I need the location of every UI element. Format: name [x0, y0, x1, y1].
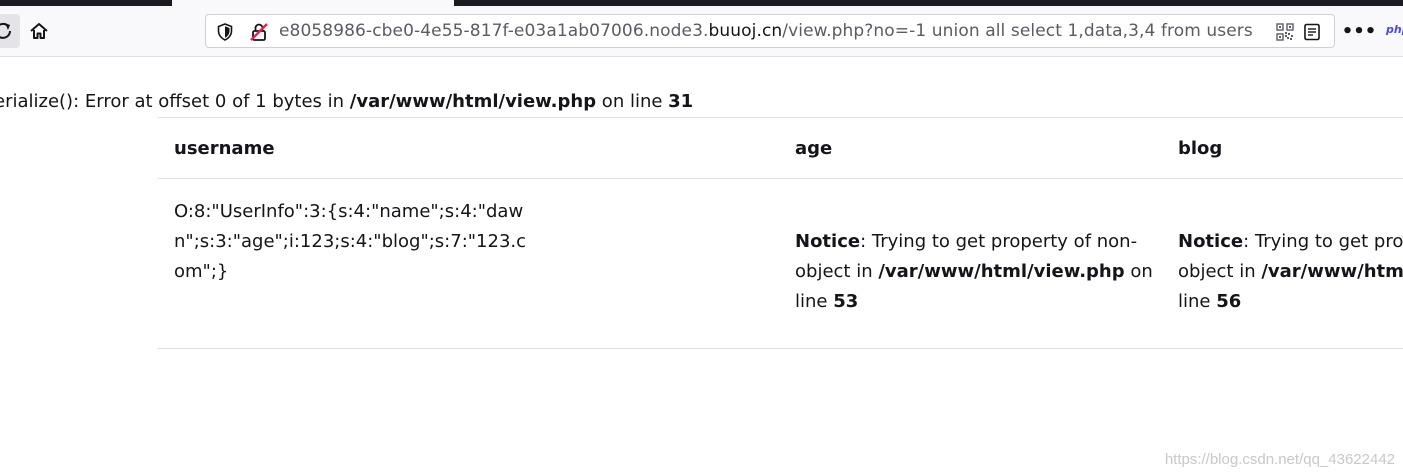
reader-view-button[interactable] — [1301, 21, 1323, 43]
home-icon — [30, 23, 48, 39]
header-blog: blog — [1162, 117, 1403, 179]
header-age: age — [779, 117, 1162, 179]
age-notice-path: /var/www/html/view.php — [878, 261, 1125, 282]
shield-icon — [217, 23, 233, 41]
username-value: O:8:"UserInfo":3:{s:4:"name";s:4:"dawn";… — [174, 201, 527, 282]
header-username: username — [158, 117, 779, 179]
watermark: https://blog.csdn.net/qq_43622442 — [1164, 451, 1395, 468]
cell-blog: Notice: Trying to get prop object in /va… — [1162, 178, 1403, 349]
warning-line-number: 31 — [668, 91, 694, 112]
blog-notice-text3: line — [1178, 291, 1217, 312]
connection-info-button[interactable] — [248, 21, 270, 43]
table-header-row: username age blog — [158, 117, 1403, 179]
insecure-lock-icon — [250, 23, 268, 41]
php-extension-icon[interactable]: php — [1386, 23, 1403, 36]
browser-toolbar: e8058986-cbe0-4e55-817f-e03a1ab07006.nod… — [0, 6, 1403, 57]
url-text[interactable]: e8058986-cbe0-4e55-817f-e03a1ab07006.nod… — [279, 15, 1253, 47]
url-domain: buuoj.cn — [708, 21, 783, 41]
blog-notice-text2: object in — [1178, 261, 1262, 282]
blog-notice-line1: Notice: Trying to get prop — [1178, 227, 1403, 257]
warning-path: /var/www/html/view.php — [349, 91, 597, 112]
url-path: /view.php?no=-1 union all select 1,data,… — [782, 21, 1253, 41]
age-notice-line: 53 — [833, 291, 859, 312]
url-prefix: e8058986-cbe0-4e55-817f-e03a1ab07006.nod… — [279, 21, 709, 41]
blog-notice-line2: object in /var/www/html — [1178, 257, 1403, 287]
blog-notice-path: /var/www/html — [1261, 261, 1403, 282]
cell-age: Notice: Trying to get property of non-ob… — [779, 178, 1162, 349]
table-row: O:8:"UserInfo":3:{s:4:"name";s:4:"dawn";… — [158, 178, 1403, 349]
home-button[interactable] — [22, 14, 56, 48]
blog-notice: Notice: Trying to get prop object in /va… — [1178, 227, 1403, 317]
age-notice-label: Notice — [795, 231, 861, 252]
cell-username: O:8:"UserInfo":3:{s:4:"name";s:4:"dawn";… — [158, 178, 779, 349]
warning-text-mid: on line — [596, 91, 669, 112]
reload-button[interactable] — [0, 14, 20, 48]
unserialize-warning: erialize(): Error at offset 0 of 1 bytes… — [0, 91, 1403, 112]
reload-icon — [0, 22, 11, 39]
age-notice: Notice: Trying to get property of non-ob… — [795, 227, 1155, 317]
reader-view-icon — [1304, 23, 1320, 41]
user-info-table: username age blog O:8:"UserInfo":3:{s:4:… — [158, 117, 1403, 349]
warning-text-start: erialize(): Error at offset 0 of 1 bytes… — [0, 91, 350, 112]
blog-notice-line3: line 56 — [1178, 287, 1403, 317]
tracking-protection-button[interactable] — [214, 21, 236, 43]
qr-code-button[interactable] — [1274, 21, 1296, 43]
blog-notice-text1: : Trying to get prop — [1243, 231, 1403, 252]
more-menu-button[interactable]: ••• — [1342, 20, 1377, 42]
qr-code-icon — [1276, 23, 1294, 41]
blog-notice-label: Notice — [1178, 231, 1244, 252]
url-bar[interactable]: e8058986-cbe0-4e55-817f-e03a1ab07006.nod… — [205, 14, 1335, 48]
more-icon: ••• — [1341, 20, 1377, 42]
blog-notice-line: 56 — [1216, 291, 1242, 312]
